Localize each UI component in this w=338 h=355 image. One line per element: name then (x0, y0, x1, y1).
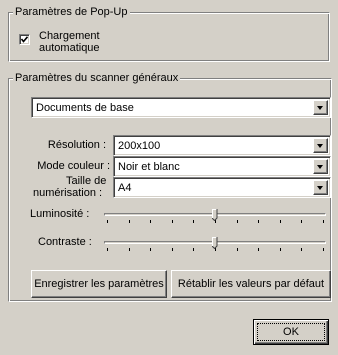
profile-select-value: Documents de base (36, 102, 134, 114)
slider-tick (150, 220, 151, 223)
auto-load-checkbox[interactable] (19, 34, 30, 45)
scanner-settings-legend: Paramètres du scanner généraux (13, 72, 181, 85)
profile-select[interactable]: Documents de base (31, 97, 331, 118)
slider-tick (301, 248, 302, 251)
slider-tick (280, 248, 281, 251)
slider-tick (107, 248, 108, 251)
brightness-slider-thumb[interactable] (212, 209, 218, 221)
slider-tick (107, 220, 108, 223)
chevron-down-icon[interactable] (313, 138, 328, 153)
contrast-slider-thumb[interactable] (212, 237, 218, 249)
slider-tick (323, 248, 324, 251)
slider-tick (301, 220, 302, 223)
color-mode-label: Mode couleur : (37, 160, 110, 172)
resolution-label: Résolution : (47, 139, 106, 151)
scan-size-label-line2: numérisation : (33, 187, 103, 199)
slider-tick (129, 220, 130, 223)
resolution-select-value: 200x100 (118, 140, 161, 152)
slider-tick (258, 220, 259, 223)
slider-tick (129, 248, 130, 251)
slider-tick (193, 220, 194, 223)
color-mode-select-value: Noir et blanc (118, 161, 180, 173)
brightness-slider[interactable] (104, 206, 326, 226)
popup-settings-legend: Paramètres de Pop-Up (13, 6, 130, 19)
contrast-slider[interactable] (104, 234, 326, 254)
auto-load-label-line2: automatique (39, 42, 100, 54)
slider-tick (172, 248, 173, 251)
ok-button[interactable]: OK (253, 319, 329, 345)
slider-tick (258, 248, 259, 251)
slider-tick (280, 220, 281, 223)
brightness-label: Luminosité : (30, 208, 90, 220)
slider-tick (323, 220, 324, 223)
slider-tick (150, 248, 151, 251)
slider-tick (193, 248, 194, 251)
save-settings-button[interactable]: Enregistrer les paramètres (31, 270, 167, 298)
resolution-select[interactable]: 200x100 (113, 135, 331, 156)
checkmark-icon (21, 36, 28, 43)
contrast-label: Contraste : (38, 236, 92, 248)
reset-defaults-button[interactable]: Rétablir les valeurs par défaut (171, 270, 331, 298)
scan-size-select[interactable]: A4 (113, 177, 331, 198)
chevron-down-icon[interactable] (313, 180, 328, 195)
slider-tick (172, 220, 173, 223)
chevron-down-icon[interactable] (313, 100, 328, 115)
slider-tick (237, 220, 238, 223)
ok-button-label: OK (257, 323, 325, 341)
scan-size-select-value: A4 (118, 182, 132, 194)
slider-tick (237, 248, 238, 251)
color-mode-select[interactable]: Noir et blanc (113, 156, 331, 177)
chevron-down-icon[interactable] (313, 159, 328, 174)
